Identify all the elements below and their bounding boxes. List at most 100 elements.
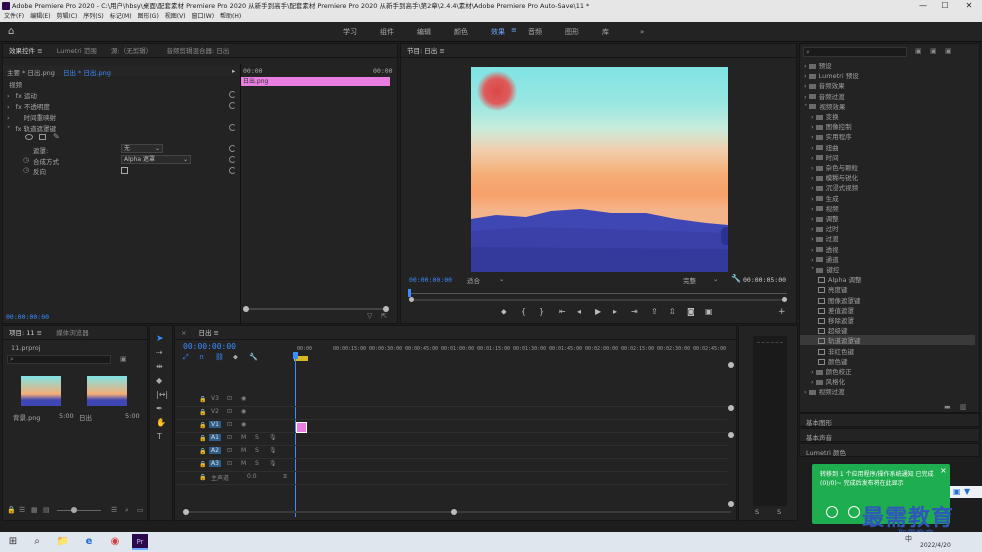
sync-lock-icon[interactable]: ⊡: [227, 395, 232, 402]
program-zoom-bar[interactable]: [409, 297, 787, 302]
program-timecode-in[interactable]: 00:00:00:00: [409, 276, 452, 284]
close-button[interactable]: ✕: [958, 0, 980, 12]
workspace-tab-graphics[interactable]: 图形: [565, 26, 579, 38]
effect-item[interactable]: 图像遮罩键: [800, 295, 975, 305]
menu-edit[interactable]: 编辑(E): [30, 12, 50, 22]
effect-folder[interactable]: › 过渡: [800, 233, 975, 243]
effects-search-input[interactable]: ⌕: [803, 47, 907, 57]
workspace-tab-libraries[interactable]: 库: [602, 26, 609, 38]
track-name[interactable]: V2: [209, 408, 221, 415]
mute-button[interactable]: M: [241, 447, 246, 454]
project-item[interactable]: 背景.png 5:00: [11, 372, 74, 422]
tab-audio-clip-mixer[interactable]: 音频剪辑混合器: 日出: [166, 44, 229, 57]
menu-clip[interactable]: 剪辑(C): [56, 12, 77, 22]
mark-in-icon[interactable]: {: [521, 307, 526, 316]
track-header[interactable]: 🔒 V2 ⊡ ◉: [199, 407, 291, 419]
close-tab-icon[interactable]: ×: [181, 326, 186, 339]
reset-composite-icon[interactable]: [229, 156, 236, 163]
zoom-handle-left[interactable]: [409, 297, 414, 302]
add-marker-icon[interactable]: ⬥: [501, 307, 507, 317]
timeline-sequence-tab[interactable]: 日出 ≡: [198, 326, 219, 339]
workspace-more-icon[interactable]: »: [640, 26, 644, 38]
effect-item[interactable]: 轨道遮罩键: [800, 335, 975, 346]
track-header[interactable]: 🔒 V1 ⊡ ◉: [199, 420, 291, 432]
reset-opacity-icon[interactable]: [229, 102, 236, 109]
timeline-settings-icon[interactable]: 🔧: [249, 353, 258, 361]
taskbar-date[interactable]: 2022/4/20: [920, 542, 951, 549]
razor-tool-icon[interactable]: ◆: [156, 376, 162, 385]
effect-item[interactable]: 超级键: [800, 325, 975, 335]
linked-selection-icon[interactable]: ⛓: [215, 353, 224, 361]
solo-button[interactable]: S: [255, 447, 259, 454]
scrollbar-handle-left[interactable]: [183, 509, 189, 515]
track-name[interactable]: V3: [209, 395, 221, 402]
quality-select[interactable]: 完整 ⌄: [683, 275, 723, 285]
effect-folder[interactable]: › 预设: [800, 60, 975, 70]
sort-icon[interactable]: ☰: [111, 506, 117, 514]
zoom-handle-right[interactable]: [782, 297, 787, 302]
track-lock-icon[interactable]: 🔒: [199, 396, 206, 403]
lumetri-color-panel[interactable]: Lumetri 颜色: [799, 443, 980, 457]
tab-media-browser[interactable]: 媒体浏览器: [56, 326, 89, 339]
stopwatch-icon[interactable]: ◷: [23, 156, 29, 164]
effect-folder[interactable]: › 调整: [800, 213, 975, 223]
add-marker-icon[interactable]: ⬥: [233, 353, 238, 362]
tab-effect-controls[interactable]: 效果控件 ≡: [9, 44, 43, 57]
rect-mask-icon[interactable]: [39, 134, 46, 140]
timeline-ruler[interactable]: 00:00 00:00:15:00 00:00:30:00 00:00:45:00 00…: [297, 346, 727, 362]
reverse-checkbox[interactable]: [121, 167, 128, 174]
project-item[interactable]: 日出 5:00: [77, 372, 140, 422]
wrench-icon[interactable]: 🔧: [731, 274, 741, 283]
notification-close-button[interactable]: ×: [940, 466, 947, 475]
effect-folder[interactable]: ˅ 键控: [800, 264, 975, 274]
step-back-icon[interactable]: ◂: [577, 307, 581, 316]
notification-action-icon[interactable]: [826, 506, 838, 518]
microphone-icon[interactable]: 🎙: [269, 447, 277, 454]
maximize-button[interactable]: ☐: [934, 0, 956, 12]
fx-motion-row[interactable]: › fx 运动: [7, 90, 37, 100]
ellipse-mask-icon[interactable]: [25, 134, 33, 140]
tab-source[interactable]: 源:（无剪辑）: [111, 44, 152, 57]
track-lock-icon[interactable]: 🔒: [199, 448, 206, 455]
track-name[interactable]: A3: [209, 460, 221, 467]
vscroll-handle[interactable]: [728, 405, 734, 411]
workspace-tab-effects[interactable]: 效果: [491, 26, 505, 38]
sync-lock-icon[interactable]: ⊡: [227, 421, 232, 428]
hand-tool-icon[interactable]: ✋: [156, 418, 166, 427]
meter-solo-left[interactable]: S: [755, 508, 759, 516]
master-clip-label[interactable]: 主要 * 日出.png: [7, 67, 55, 77]
effect-folder[interactable]: ˅ 视频效果: [800, 101, 975, 111]
clip-sunrise-v1[interactable]: [296, 422, 307, 433]
meter-solo-right[interactable]: S: [777, 508, 781, 516]
track-header[interactable]: 🔒 A1 ⊡ M S 🎙: [199, 433, 291, 445]
effect-folder[interactable]: › 实用程序: [800, 131, 975, 141]
effect-folder[interactable]: › 过时: [800, 223, 975, 233]
fx-opacity-row[interactable]: › fx 不透明度: [7, 101, 50, 111]
ripple-edit-tool-icon[interactable]: ⇹: [156, 362, 163, 371]
solo-button[interactable]: S: [255, 434, 259, 441]
menu-view[interactable]: 视图(V): [165, 12, 186, 22]
mute-button[interactable]: M: [241, 460, 246, 467]
snap-icon[interactable]: ∩: [199, 353, 204, 361]
pen-mask-icon[interactable]: ✎: [53, 132, 60, 141]
reset-motion-icon[interactable]: [229, 91, 236, 98]
pen-tool-icon[interactable]: ✒: [156, 404, 163, 413]
menu-graphics[interactable]: 图形(G): [137, 12, 158, 22]
track-header[interactable]: 🔒 A3 ⊡ M S 🎙: [199, 459, 291, 471]
sync-lock-icon[interactable]: ⊡: [227, 447, 232, 454]
effect-folder[interactable]: › 模糊与锐化: [800, 172, 975, 182]
fit-select[interactable]: 适合 ⌄: [467, 275, 509, 285]
32bit-effects-icon[interactable]: ▣: [930, 47, 937, 55]
workspace-menu-icon[interactable]: ≡: [511, 26, 517, 34]
menu-markers[interactable]: 标记(M): [110, 12, 132, 22]
file-explorer-icon[interactable]: 📁: [56, 535, 70, 549]
mark-out-icon[interactable]: }: [539, 307, 544, 316]
menu-sequence[interactable]: 序列(S): [83, 12, 104, 22]
matte-select[interactable]: 无 ⌄: [121, 144, 163, 153]
effect-folder[interactable]: › 视频: [800, 203, 975, 213]
delete-icon[interactable]: ▥: [960, 403, 967, 411]
track-name[interactable]: 主声道: [209, 473, 231, 482]
scrollbar-handle-right[interactable]: [451, 509, 457, 515]
effect-folder[interactable]: › 时间: [800, 152, 975, 162]
effect-folder[interactable]: › 颜色校正: [800, 366, 975, 376]
